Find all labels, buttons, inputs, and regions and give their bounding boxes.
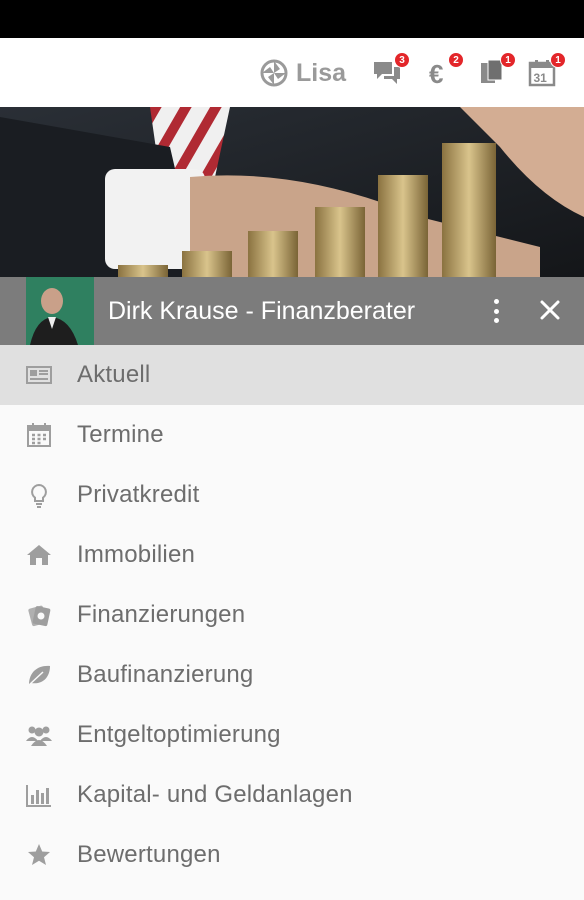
calendar-button[interactable]: 31 1 bbox=[528, 52, 566, 90]
menu-item-entgeltoptimierung[interactable]: Entgeltoptimierung bbox=[0, 705, 584, 765]
lisa-logo-icon bbox=[260, 59, 288, 87]
calendar-badge: 1 bbox=[550, 52, 566, 68]
bar-chart-icon bbox=[24, 780, 54, 810]
more-dot-icon bbox=[493, 299, 499, 304]
brand-name: Lisa bbox=[296, 58, 347, 87]
avatar[interactable] bbox=[26, 277, 94, 345]
menu-item-baufinanzierung[interactable]: Baufinanzierung bbox=[0, 645, 584, 705]
status-bar bbox=[0, 0, 584, 38]
users-icon bbox=[24, 720, 54, 750]
menu-item-kapital-geldanlagen[interactable]: Kapital- und Geldanlagen bbox=[0, 765, 584, 825]
lightbulb-icon bbox=[24, 480, 54, 510]
newspaper-icon bbox=[24, 360, 54, 390]
menu-item-label: Bewertungen bbox=[77, 841, 221, 868]
advisor-photo bbox=[26, 277, 94, 345]
euro-button[interactable]: € 2 bbox=[426, 52, 464, 90]
home-icon bbox=[24, 540, 54, 570]
money-icon bbox=[24, 600, 54, 630]
menu-item-label: Privatkredit bbox=[77, 481, 200, 508]
chat-badge: 3 bbox=[394, 52, 410, 68]
menu-item-label: Immobilien bbox=[77, 541, 196, 568]
documents-badge: 1 bbox=[500, 52, 516, 68]
menu-item-immobilien[interactable]: Immobilien bbox=[0, 525, 584, 585]
close-button[interactable] bbox=[536, 296, 564, 324]
navigation-menu: Aktuell Termine Privatkredit Immobilien … bbox=[0, 345, 584, 885]
menu-item-privatkredit[interactable]: Privatkredit bbox=[0, 465, 584, 525]
documents-button[interactable]: 1 bbox=[478, 52, 516, 90]
menu-item-label: Baufinanzierung bbox=[77, 661, 254, 688]
profile-name: Dirk Krause - Finanzberater bbox=[108, 297, 416, 325]
profile-header: Dirk Krause - Finanzberater bbox=[0, 277, 584, 345]
brand-logo[interactable]: Lisa bbox=[260, 58, 346, 88]
chat-button[interactable]: 3 bbox=[372, 52, 410, 90]
close-icon bbox=[540, 300, 560, 320]
more-dot-icon bbox=[493, 318, 499, 323]
menu-item-finanzierungen[interactable]: Finanzierungen bbox=[0, 585, 584, 645]
calendar-day-label: 31 bbox=[534, 71, 548, 85]
star-icon bbox=[24, 840, 54, 870]
header-image bbox=[0, 107, 584, 277]
euro-badge: 2 bbox=[448, 52, 464, 68]
menu-item-aktuell[interactable]: Aktuell bbox=[0, 345, 584, 405]
svg-text:€: € bbox=[429, 59, 443, 88]
menu-item-label: Aktuell bbox=[77, 361, 151, 388]
more-dot-icon bbox=[493, 308, 499, 314]
top-app-bar: Lisa 3 € 2 1 31 1 bbox=[0, 38, 584, 107]
more-options-button[interactable] bbox=[486, 297, 506, 325]
menu-item-termine[interactable]: Termine bbox=[0, 405, 584, 465]
menu-item-label: Finanzierungen bbox=[77, 601, 246, 628]
leaf-icon bbox=[24, 660, 54, 690]
coins-stacks-image bbox=[0, 107, 584, 277]
menu-item-label: Kapital- und Geldanlagen bbox=[77, 781, 353, 808]
menu-item-label: Entgeltoptimierung bbox=[77, 721, 281, 748]
calendar-icon bbox=[24, 420, 54, 450]
menu-item-label: Termine bbox=[77, 421, 164, 448]
menu-item-bewertungen[interactable]: Bewertungen bbox=[0, 825, 584, 885]
